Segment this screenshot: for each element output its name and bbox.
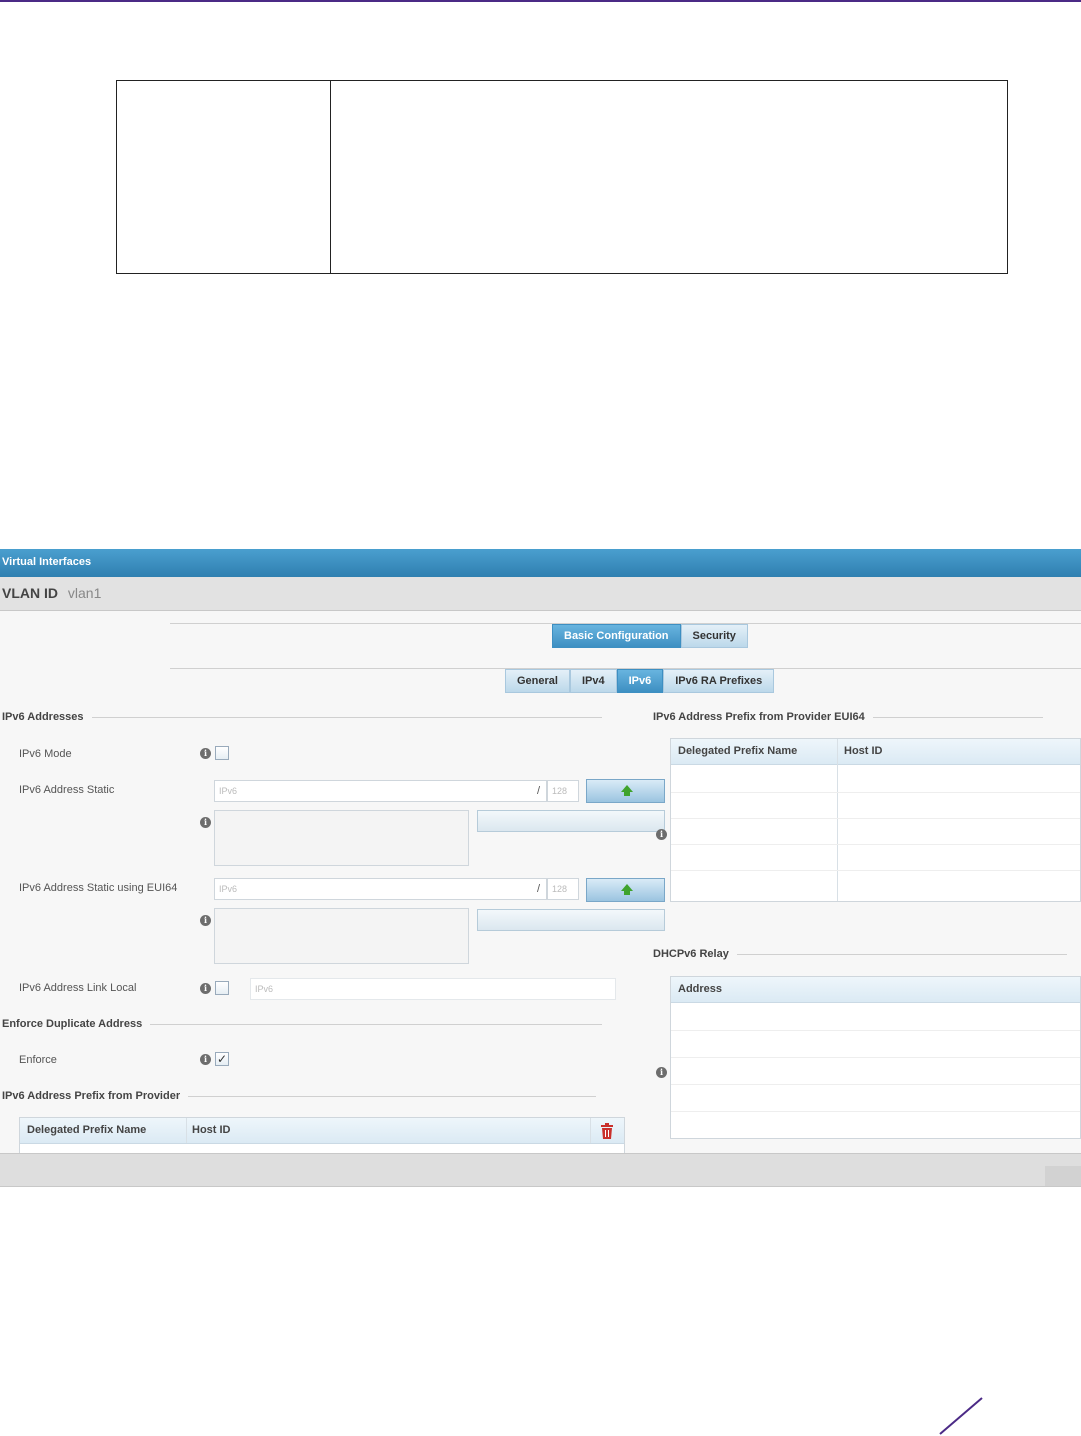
ipv6-address-static-label: IPv6 Address Static [19,784,115,796]
trash-icon[interactable] [601,1123,613,1139]
document-table-right-cell [331,81,1007,273]
footer-corner-button[interactable] [1045,1166,1081,1186]
add-static-address-button[interactable] [586,779,665,803]
ipv6-address-static-input[interactable]: IPv6 [214,780,547,802]
virtual-interfaces-dialog: Virtual Interfaces VLAN ID vlan1 Basic C… [0,549,1081,1187]
window-title-bar: Virtual Interfaces [0,549,1081,577]
info-icon[interactable]: i [200,748,211,759]
ipv6-link-local-input[interactable]: IPv6 [250,978,616,1000]
info-icon[interactable]: i [200,983,211,994]
ipv6-address-static-prefix-input[interactable]: 128 [547,780,579,802]
column-separator [837,739,838,901]
primary-tabs: Basic Configuration Security [552,624,748,648]
info-icon[interactable]: i [200,817,211,828]
ipv6-address-eui64-prefix-input[interactable]: 128 [547,878,579,900]
column-address[interactable]: Address [678,983,722,995]
info-icon[interactable]: i [200,1054,211,1065]
ipv6-link-local-label: IPv6 Address Link Local [19,982,137,994]
ipv6-address-eui64-input[interactable]: IPv6 [214,878,547,900]
grid-row-line [671,792,1080,793]
eui64-provider-section-title: IPv6 Address Prefix from Provider EUI64 [653,711,1043,723]
enforce-duplicate-section-title: Enforce Duplicate Address [2,1018,603,1030]
section-rule [91,716,602,718]
page-top-rule [0,0,1081,2]
eui64-provider-grid[interactable]: Delegated Prefix Name Host ID [670,738,1081,902]
dhcpv6-relay-section-title: DHCPv6 Relay [653,948,1067,960]
grid-row-line [671,1030,1080,1031]
document-table-left-cell [117,81,331,273]
grid-row-line [671,1084,1080,1085]
tab-ipv6[interactable]: IPv6 [616,669,664,693]
ipv6-mode-checkbox[interactable] [215,746,229,760]
grid-header: Delegated Prefix Name Host ID [671,739,1080,765]
green-up-arrow-icon-stem [624,890,630,895]
ipv6-mode-label: IPv6 Mode [19,748,72,760]
column-host-id[interactable]: Host ID [192,1124,231,1136]
grid-header: Delegated Prefix Name Host ID [20,1118,624,1144]
enforce-duplicate-title-text: Enforce Duplicate Address [2,1018,143,1030]
static-address-list[interactable] [214,810,469,866]
page-corner-slash-mark [939,1397,983,1435]
eui64-address-list[interactable] [214,908,469,964]
column-host-id[interactable]: Host ID [844,745,883,757]
ipv6-addresses-title-text: IPv6 Addresses [2,711,84,723]
remove-static-address-button[interactable] [477,810,665,832]
info-icon[interactable]: i [656,1067,667,1078]
grid-row-line [671,1111,1080,1112]
tab-ipv4[interactable]: IPv4 [569,669,617,693]
green-up-arrow-icon-stem [624,791,630,796]
document-table [116,80,1008,274]
secondary-tabs: General IPv4 IPv6 IPv6 RA Prefixes [505,669,775,693]
grid-row-line [671,870,1080,871]
enforce-checkbox[interactable]: ✓ [215,1052,229,1066]
enforce-label: Enforce [19,1054,57,1066]
section-rule [736,953,1067,955]
tab-basic-configuration[interactable]: Basic Configuration [552,624,681,648]
column-separator [590,1118,591,1143]
prefix-slash: / [537,883,541,895]
vlan-id-value: vlan1 [67,585,102,601]
grid-header: Address [671,977,1080,1003]
column-delegated-prefix-name[interactable]: Delegated Prefix Name [27,1124,146,1136]
grid-row-line [671,844,1080,845]
grid-row-line [671,1057,1080,1058]
info-icon[interactable]: i [656,829,667,840]
section-rule [872,716,1043,718]
tab-general[interactable]: General [505,669,570,693]
column-separator [186,1118,187,1143]
window-title: Virtual Interfaces [2,556,92,568]
dhcpv6-relay-title-text: DHCPv6 Relay [653,948,729,960]
ipv6-link-local-checkbox[interactable] [215,981,229,995]
tab-ipv6-ra-prefixes[interactable]: IPv6 RA Prefixes [663,669,775,693]
column-delegated-prefix-name[interactable]: Delegated Prefix Name [678,745,797,757]
dialog-footer [0,1153,1081,1186]
add-eui64-address-button[interactable] [586,878,665,902]
ipv6-address-eui64-label: IPv6 Address Static using EUI64 [19,882,178,894]
section-rule [188,1095,597,1097]
prefix-provider-title-text: IPv6 Address Prefix from Provider [2,1090,181,1102]
vlan-header: VLAN ID vlan1 [0,577,1081,611]
section-rule [150,1023,603,1025]
ipv6-addresses-section-title: IPv6 Addresses [2,711,602,723]
dhcpv6-relay-grid[interactable]: Address [670,976,1081,1139]
prefix-slash: / [537,785,541,797]
grid-row-line [671,818,1080,819]
info-icon[interactable]: i [200,915,211,926]
vlan-id-label: VLAN ID [2,585,58,601]
remove-eui64-address-button[interactable] [477,909,665,931]
prefix-provider-section-title: IPv6 Address Prefix from Provider [2,1090,597,1102]
eui64-provider-title-text: IPv6 Address Prefix from Provider EUI64 [653,711,865,723]
tab-security[interactable]: Security [680,624,748,648]
